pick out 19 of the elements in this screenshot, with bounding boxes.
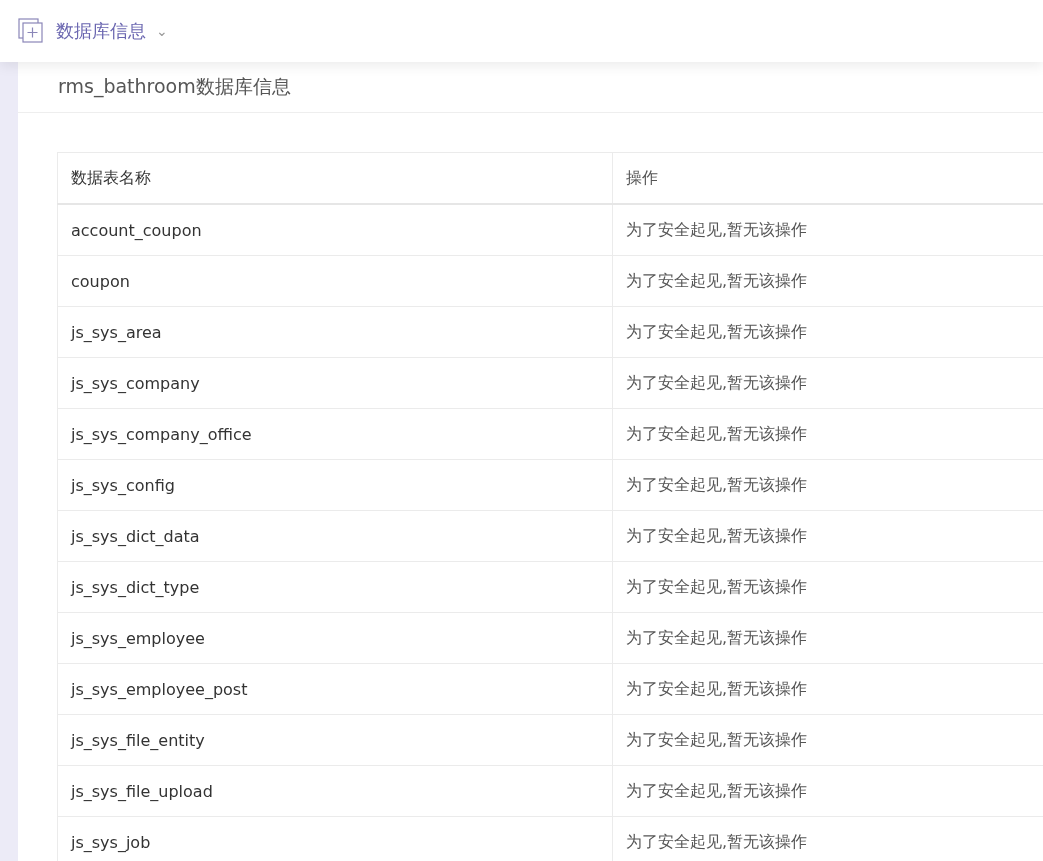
table-cell: coupon bbox=[57, 255, 613, 307]
table-cell: js_sys_file_entity bbox=[57, 714, 613, 766]
table-cell: js_sys_company_office bbox=[57, 408, 613, 460]
table-cell: js_sys_area bbox=[57, 306, 613, 358]
table-cell: js_sys_employee bbox=[57, 612, 613, 664]
table-cell: js_sys_config bbox=[57, 459, 613, 511]
table-cell: js_sys_job bbox=[57, 816, 613, 861]
card-title: rms_bathroom数据库信息 bbox=[18, 62, 1043, 113]
table-cell: js_sys_employee_post bbox=[57, 663, 613, 715]
table-cell: js_sys_dict_data bbox=[57, 510, 613, 562]
column-header: 数据表名称 bbox=[57, 152, 613, 204]
table-cell: js_sys_company bbox=[57, 357, 613, 409]
column-header: 操作 bbox=[612, 152, 1043, 204]
table-cell: js_sys_file_upload bbox=[57, 765, 613, 817]
add-window-icon[interactable] bbox=[18, 18, 44, 44]
table-cell: account_coupon bbox=[57, 204, 613, 256]
caret-icon[interactable]: ⌄ bbox=[156, 24, 168, 38]
page-title[interactable]: 数据库信息 bbox=[56, 19, 146, 43]
table-cell: js_sys_dict_type bbox=[57, 561, 613, 613]
